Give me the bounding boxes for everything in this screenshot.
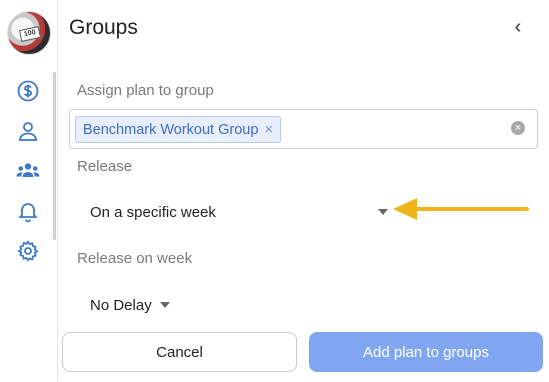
release-chevron-down-icon[interactable] xyxy=(378,209,388,215)
collapse-chevron-icon[interactable]: ‹ xyxy=(508,16,528,38)
annotation-arrow-icon xyxy=(393,198,529,220)
users-icon[interactable] xyxy=(16,159,40,183)
gear-icon[interactable] xyxy=(16,239,40,263)
release-week-label: Release on week xyxy=(77,250,193,267)
release-week-chevron-down-icon[interactable] xyxy=(160,302,170,308)
bell-icon[interactable] xyxy=(16,199,40,223)
remove-tag-icon[interactable]: × xyxy=(264,122,273,137)
release-label: Release xyxy=(77,158,133,175)
user-icon[interactable] xyxy=(16,119,40,143)
clear-selection-icon[interactable]: × xyxy=(511,121,525,135)
avatar[interactable]: 100 xyxy=(7,11,51,55)
cancel-button[interactable]: Cancel xyxy=(62,332,297,372)
sidebar-scrollbar[interactable] xyxy=(53,72,56,240)
assign-group-label: Assign plan to group xyxy=(77,82,214,99)
dollar-circle-icon[interactable] xyxy=(16,79,40,103)
group-multiselect[interactable]: Benchmark Workout Group × × xyxy=(69,109,538,149)
release-select-value[interactable]: On a specific week xyxy=(90,204,216,221)
sidebar-rail: 100 xyxy=(0,0,58,382)
selected-group-tag: Benchmark Workout Group × xyxy=(75,116,282,143)
avatar-badge-text: 100 xyxy=(18,26,42,42)
page-title: Groups xyxy=(69,16,138,39)
add-plan-to-groups-button[interactable]: Add plan to groups xyxy=(309,332,543,372)
release-week-select-value[interactable]: No Delay xyxy=(90,297,152,314)
selected-group-tag-label: Benchmark Workout Group xyxy=(83,121,259,138)
